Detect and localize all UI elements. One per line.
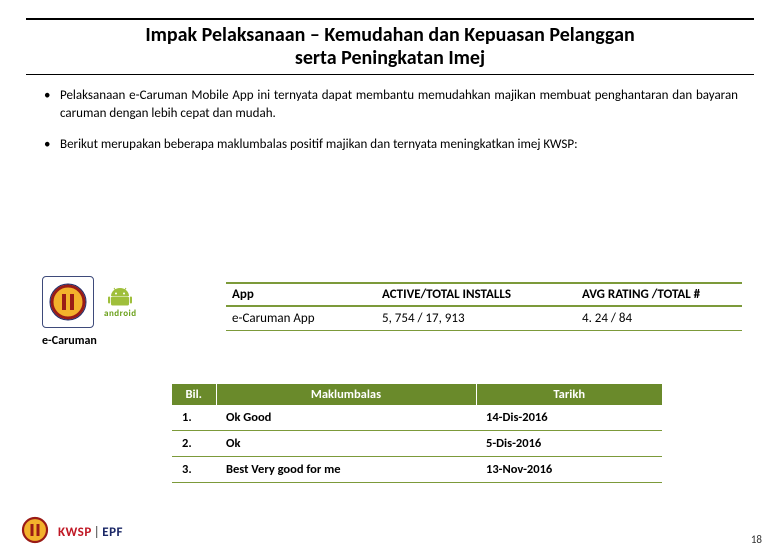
feedback-table: Bil. Maklumbalas Tarikh 1. Ok Good 14-Di… <box>172 384 662 483</box>
footer-logo: KWSP|EPF <box>20 515 123 550</box>
stats-cell-installs: 5, 754 / 17, 913 <box>376 306 576 331</box>
title-line-1: Impak Pelaksanaan – Kemudahan dan Kepuas… <box>145 23 634 47</box>
app-icon-row: android <box>42 276 137 328</box>
android-icon <box>105 286 135 308</box>
stats-row: e-Caruman App 5, 754 / 17, 913 4. 24 / 8… <box>226 306 742 331</box>
body: Pelaksanaan e-Caruman Mobile App ini ter… <box>42 87 738 154</box>
stats-header: ACTIVE/TOTAL INSTALLS <box>376 283 576 306</box>
rule-mid <box>26 74 754 75</box>
table-row: 3. Best Very good for me 13-Nov-2016 <box>172 457 662 483</box>
feedback-header: Bil. <box>172 384 216 405</box>
kwsp-crest-icon <box>48 282 88 322</box>
app-caption: e-Caruman <box>42 334 97 348</box>
stats-cell-rating: 4. 24 / 84 <box>576 306 742 331</box>
cell-msg: Ok Good <box>216 405 476 431</box>
footer-kwsp: KWSP <box>58 525 92 540</box>
stats-header: App <box>226 283 376 306</box>
feedback-header: Tarikh <box>476 384 662 405</box>
stats-cell-app: e-Caruman App <box>226 306 376 331</box>
android-label: android <box>104 308 137 319</box>
stats-header: AVG RATING /TOTAL # <box>576 283 742 306</box>
footer-crest-icon <box>20 515 50 550</box>
title-line-2: serta Peningkatan Imej <box>295 46 485 70</box>
bullet-item: Pelaksanaan e-Caruman Mobile App ini ter… <box>42 87 738 122</box>
footer-org-text: KWSP|EPF <box>58 525 123 540</box>
stats-table: App ACTIVE/TOTAL INSTALLS AVG RATING /TO… <box>226 282 742 331</box>
cell-date: 13-Nov-2016 <box>476 457 662 483</box>
cell-msg: Best Very good for me <box>216 457 476 483</box>
table-row: 2. Ok 5-Dis-2016 <box>172 431 662 457</box>
android-mark: android <box>104 286 137 319</box>
cell-num: 2. <box>172 431 216 457</box>
feedback-header: Maklumbalas <box>216 384 476 405</box>
rule-top <box>26 18 754 20</box>
feedback-header-row: Bil. Maklumbalas Tarikh <box>172 384 662 405</box>
slide-title: Impak Pelaksanaan – Kemudahan dan Kepuas… <box>26 24 754 70</box>
bullet-list: Pelaksanaan e-Caruman Mobile App ini ter… <box>42 87 738 154</box>
cell-date: 14-Dis-2016 <box>476 405 662 431</box>
cell-num: 3. <box>172 457 216 483</box>
cell-num: 1. <box>172 405 216 431</box>
cell-date: 5-Dis-2016 <box>476 431 662 457</box>
footer-epf: EPF <box>102 525 123 540</box>
stats-header-row: App ACTIVE/TOTAL INSTALLS AVG RATING /TO… <box>226 283 742 306</box>
table-row: 1. Ok Good 14-Dis-2016 <box>172 405 662 431</box>
bullet-item: Berikut merupakan beberapa maklumbalas p… <box>42 136 738 154</box>
cell-msg: Ok <box>216 431 476 457</box>
footer-sep: | <box>92 525 103 540</box>
app-icon <box>42 276 94 328</box>
